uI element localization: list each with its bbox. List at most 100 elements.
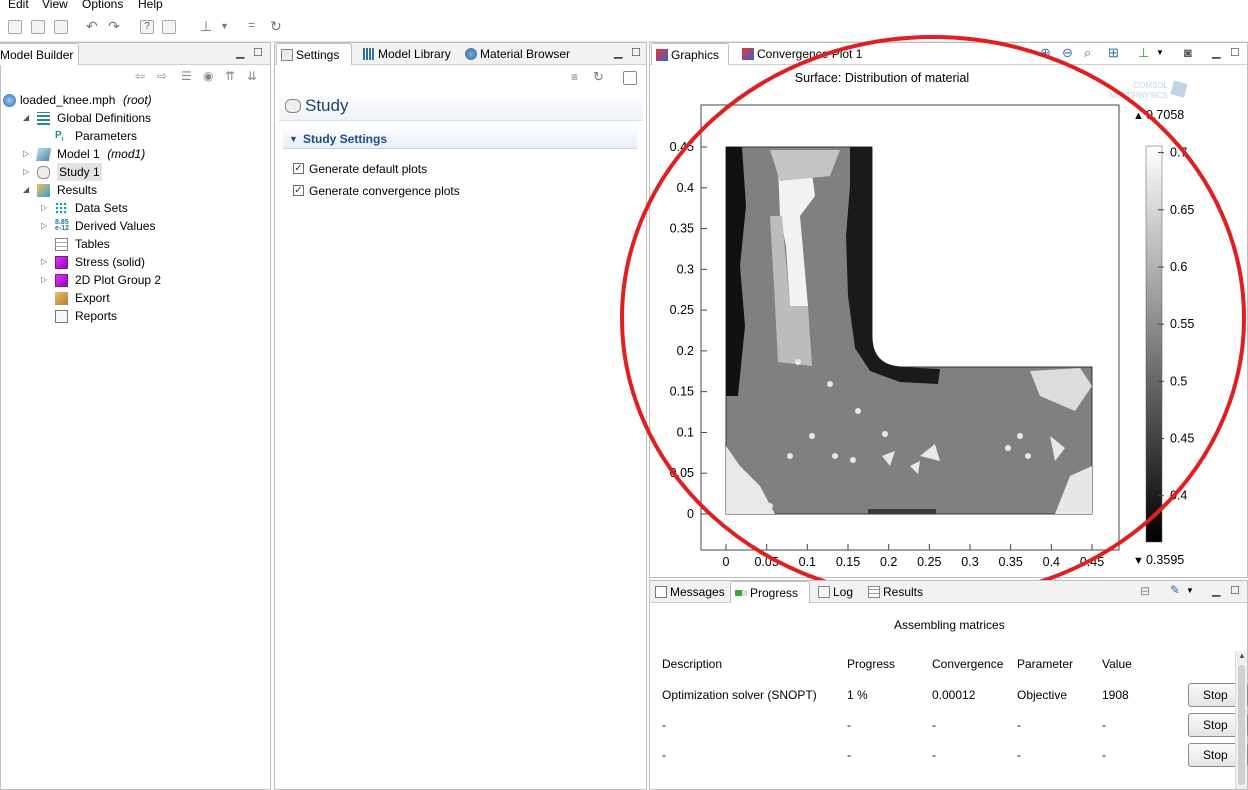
back-icon[interactable]: ⇦: [135, 69, 145, 83]
camera-icon[interactable]: ◙: [1184, 45, 1192, 60]
save-icon[interactable]: [31, 20, 45, 34]
collapse-all-icon[interactable]: ⇊: [247, 69, 257, 83]
dynamic-help-icon[interactable]: [162, 20, 176, 34]
scroll-up-icon[interactable]: ▲: [1238, 651, 1246, 660]
scrollbar-thumb[interactable]: [1238, 665, 1245, 785]
section-collapse-icon[interactable]: ▼: [289, 129, 298, 149]
collapsed-arrow-icon[interactable]: ▷: [41, 253, 47, 271]
vertical-scrollbar[interactable]: ▲: [1235, 651, 1247, 789]
minimize-icon[interactable]: ▁: [1212, 584, 1220, 597]
tree-item[interactable]: Tables: [1, 235, 270, 253]
tab-messages[interactable]: Messages: [651, 581, 729, 603]
tree-item[interactable]: Pi Parameters: [1, 127, 270, 145]
maximize-icon[interactable]: ☐: [1230, 46, 1240, 59]
tree-item[interactable]: Export: [1, 289, 270, 307]
print-icon[interactable]: [54, 20, 68, 34]
compute-icon[interactable]: =: [248, 18, 255, 32]
tree-item[interactable]: ▷ 2D Plot Group 2: [1, 271, 270, 289]
menu-edit[interactable]: Edit: [8, 0, 29, 11]
graphics-canvas[interactable]: Surface: Distribution of material COMSOL…: [650, 66, 1247, 578]
tab-settings[interactable]: Settings: [276, 43, 352, 65]
redo-icon[interactable]: ↷: [108, 18, 120, 35]
minimize-icon[interactable]: ▁: [1212, 46, 1220, 59]
zoom-in-icon[interactable]: ⊕: [1040, 45, 1051, 61]
refresh-icon[interactable]: ↻: [593, 69, 604, 85]
minimize-icon[interactable]: ▁: [236, 46, 244, 59]
chevron-down-icon[interactable]: ▼: [1156, 48, 1164, 57]
study-settings-section[interactable]: ▼ Study Settings: [283, 129, 637, 149]
collapsed-arrow-icon[interactable]: ▷: [41, 199, 47, 217]
logo-line-1: COMSOL: [1133, 81, 1168, 90]
axis-orientation-icon[interactable]: ⊥: [1138, 45, 1149, 61]
chevron-down-icon[interactable]: ▼: [1186, 586, 1194, 595]
view-options-icon[interactable]: ◉: [203, 69, 213, 83]
tab-log[interactable]: Log: [814, 581, 860, 603]
menu-help[interactable]: Help: [138, 0, 163, 11]
tree-item[interactable]: ▷ Model 1 (mod1): [1, 145, 270, 163]
generate-default-plots-checkbox[interactable]: ✓: [293, 163, 304, 174]
tree-item[interactable]: ▷ Data Sets: [1, 199, 270, 217]
maximize-icon[interactable]: ☐: [631, 46, 641, 59]
checkbox-label: Generate default plots: [309, 162, 428, 176]
minimize-icon[interactable]: ▁: [614, 46, 622, 59]
brush-icon[interactable]: ✎: [1170, 583, 1180, 597]
tree-item[interactable]: ▷ Study 1: [1, 163, 270, 181]
tab-convergence-plot[interactable]: Convergence Plot 1: [738, 43, 872, 65]
menu-options[interactable]: Options: [82, 0, 123, 11]
file-icon: [3, 94, 16, 107]
x-tick-label: 0: [723, 555, 730, 569]
generate-convergence-plots-option[interactable]: ✓ Generate convergence plots: [293, 183, 593, 201]
clear-icon[interactable]: ⊟: [1140, 584, 1150, 598]
tree-item-label: Results: [57, 183, 98, 197]
colorbar-min-icon: ▼: [1133, 555, 1144, 567]
zoom-out-icon[interactable]: ⊖: [1062, 45, 1073, 61]
y-tick-label: 0.45: [670, 140, 694, 154]
collapsed-arrow-icon[interactable]: ▷: [41, 217, 47, 235]
zoom-extents-icon[interactable]: ⊞: [1108, 45, 1119, 61]
expand-all-icon[interactable]: ⇈: [225, 69, 235, 83]
generate-default-plots-option[interactable]: ✓ Generate default plots: [293, 161, 593, 179]
colorbar: [1145, 145, 1163, 543]
collapsed-arrow-icon[interactable]: ▷: [23, 163, 29, 181]
tree-item[interactable]: loaded_knee.mph (root): [1, 91, 270, 109]
help-icon[interactable]: ?: [140, 20, 154, 34]
tree-item[interactable]: Reports: [1, 307, 270, 325]
help-icon[interactable]: [623, 71, 637, 85]
tree-item[interactable]: ◢ Global Definitions: [1, 109, 270, 127]
tab-progress[interactable]: Progress: [730, 581, 810, 603]
build-icon[interactable]: ⊥: [200, 18, 212, 35]
maximize-icon[interactable]: ☐: [1230, 584, 1240, 597]
tree-item[interactable]: ▷ 8.85 e-12 Derived Values: [1, 217, 270, 235]
tab-model-library[interactable]: Model Library: [359, 43, 459, 65]
menu-view[interactable]: View: [42, 0, 68, 11]
plot-group-icon: [55, 256, 68, 269]
open-file-icon[interactable]: [8, 20, 22, 34]
collapsed-arrow-icon[interactable]: ▷: [41, 271, 47, 289]
compute-icon[interactable]: ≡: [571, 70, 578, 84]
tab-model-builder[interactable]: Model Builder: [0, 43, 79, 65]
generate-convergence-plots-checkbox[interactable]: ✓: [293, 185, 304, 196]
settings-panel: Settings Model Library Material Browser …: [274, 42, 647, 790]
maximize-icon[interactable]: ☐: [253, 46, 263, 59]
undo-icon[interactable]: ↶: [86, 18, 98, 35]
tab-convergence-plot-label: Convergence Plot 1: [757, 47, 863, 61]
zoom-box-icon[interactable]: ⌕: [1084, 45, 1091, 61]
tree-item[interactable]: ▷ Stress (solid): [1, 253, 270, 271]
build-dropdown-icon[interactable]: ▼: [220, 21, 229, 31]
tree-item-suffix: (root): [123, 93, 152, 107]
refresh-icon[interactable]: ↻: [270, 18, 282, 35]
y-tick-label: 0.25: [670, 303, 694, 317]
collapsed-arrow-icon[interactable]: ▷: [23, 145, 29, 163]
forward-icon[interactable]: ⇨: [157, 69, 167, 83]
x-axis: 0 0.05 0.1 0.15 0.2 0.25 0.3 0.35 0.4 0.45: [723, 544, 1104, 569]
tree-item-label: Study 1: [57, 163, 102, 181]
column-header: Description: [662, 657, 723, 671]
tab-material-browser[interactable]: Material Browser: [461, 43, 579, 65]
tree-item[interactable]: ◢ Results: [1, 181, 270, 199]
tab-results[interactable]: Results: [864, 581, 926, 603]
show-icon[interactable]: ☰: [181, 69, 192, 83]
expanded-arrow-icon[interactable]: ◢: [23, 181, 29, 199]
expanded-arrow-icon[interactable]: ◢: [23, 109, 29, 127]
envelope-icon: [655, 586, 667, 598]
tab-graphics[interactable]: Graphics: [651, 43, 729, 65]
